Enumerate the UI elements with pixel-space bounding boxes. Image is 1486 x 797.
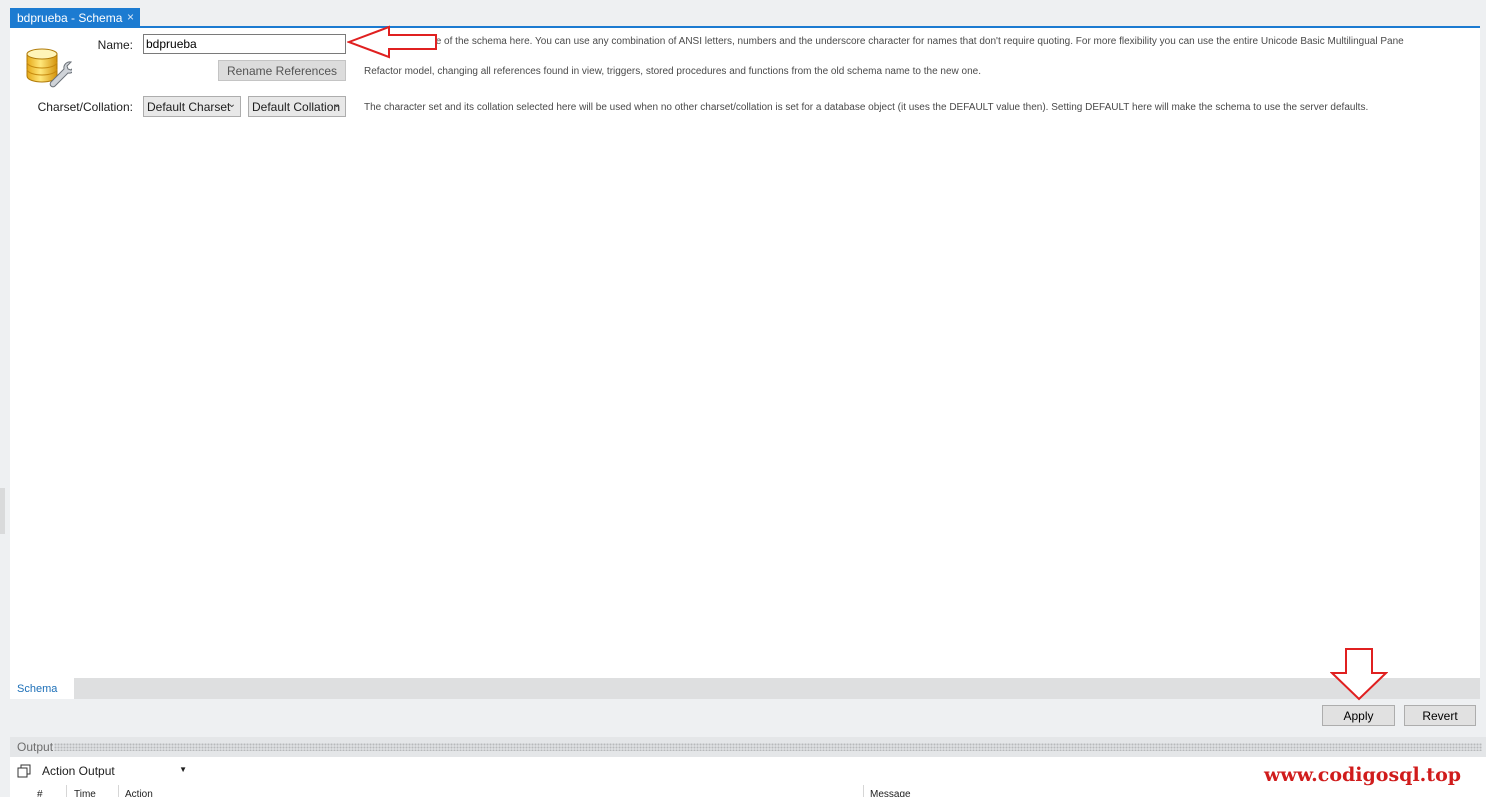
charset-value: Default Charset [147, 99, 231, 114]
charset-select[interactable]: Default Charset ⌄ [143, 96, 241, 117]
column-divider [118, 785, 119, 797]
column-action[interactable]: Action [125, 789, 153, 797]
revert-button[interactable]: Revert [1404, 705, 1476, 726]
output-title: Output [17, 740, 54, 754]
site-watermark: www.codigosql.top [1264, 764, 1462, 786]
output-type-select[interactable]: Action Output ▼ [39, 762, 189, 780]
document-tabstrip: bdprueba - Schema × [10, 8, 1480, 28]
name-label: Name: [97, 38, 133, 52]
chevron-down-icon: ⌄ [332, 99, 341, 110]
column-divider [66, 785, 67, 797]
chevron-down-icon: ⌄ [227, 99, 236, 110]
left-edge-strip [0, 488, 5, 534]
name-hint: Specify the name of the schema here. You… [364, 36, 1404, 47]
column-number[interactable]: # [37, 789, 43, 797]
close-icon[interactable]: × [127, 10, 134, 24]
collation-select[interactable]: Default Collation ⌄ [248, 96, 346, 117]
apply-button[interactable]: Apply [1322, 705, 1395, 726]
schema-name-input[interactable] [143, 34, 346, 54]
schema-editor-panel: Name: Rename References Charset/Collatio… [10, 28, 1480, 678]
output-panel-header: Output [10, 737, 1486, 757]
rename-hint: Refactor model, changing all references … [364, 66, 982, 77]
editor-footer: Apply Revert [10, 699, 1486, 735]
editor-subtab-bar: Schema [10, 678, 1480, 699]
tab-schema-editor[interactable]: bdprueba - Schema × [10, 8, 140, 28]
tab-title: bdprueba - Schema [17, 11, 123, 25]
panel-drag-grip[interactable] [54, 743, 1482, 751]
column-time[interactable]: Time [74, 789, 96, 797]
rename-references-button[interactable]: Rename References [218, 60, 346, 81]
tab-schema[interactable]: Schema [10, 678, 74, 699]
caret-down-icon: ▼ [179, 765, 187, 774]
copy-icon[interactable] [17, 764, 31, 778]
database-wrench-icon [26, 48, 72, 88]
column-message[interactable]: Message [870, 789, 911, 797]
charset-hint: The character set and its collation sele… [364, 102, 1369, 113]
column-divider [863, 785, 864, 797]
charset-collation-label: Charset/Collation: [37, 100, 133, 114]
collation-value: Default Collation [252, 99, 341, 114]
output-type-value: Action Output [42, 764, 115, 778]
